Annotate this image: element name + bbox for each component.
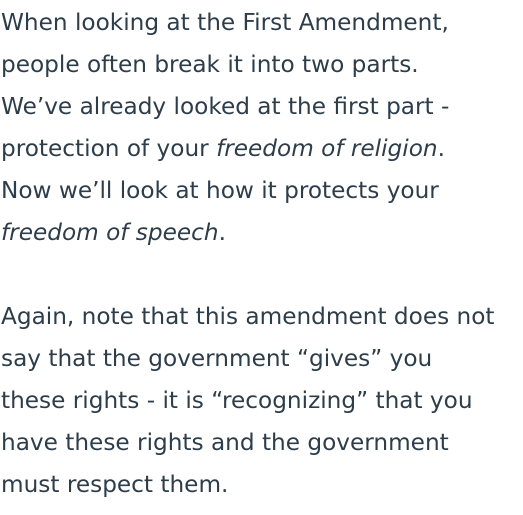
text-line: When looking at the First Amendment, bbox=[1, 9, 449, 36]
text-line: people often break it into two parts. bbox=[1, 51, 419, 78]
text-line: Now we’ll look at how it protects your bbox=[1, 177, 439, 204]
text-line: We’ve already looked at the first part - bbox=[1, 93, 450, 120]
text-segment: . bbox=[218, 219, 226, 246]
text-line: have these rights and the government bbox=[1, 429, 449, 456]
text-segment: protection of your bbox=[1, 135, 217, 162]
text-line: Again, note that this amendment does not bbox=[1, 303, 495, 330]
emphasis-freedom-of-speech: freedom of speech bbox=[1, 219, 219, 246]
text-line: must respect them. bbox=[1, 471, 229, 498]
text-line: freedom of speech. bbox=[1, 212, 523, 254]
paragraph-rights-recognition: Again, note that this amendment does not… bbox=[1, 296, 523, 506]
paragraph-freedom-of-speech-intro: When looking at the First Amendment, peo… bbox=[1, 2, 523, 254]
text-line: protection of your freedom of religion. bbox=[1, 128, 523, 170]
emphasis-freedom-of-religion: freedom of religion bbox=[216, 135, 438, 162]
text-segment: . bbox=[437, 135, 445, 162]
text-line: say that the government “gives” you bbox=[1, 345, 433, 372]
article-body: When looking at the First Amendment, peo… bbox=[1, 2, 523, 506]
text-line: these rights - it is “recognizing” that … bbox=[1, 387, 473, 414]
